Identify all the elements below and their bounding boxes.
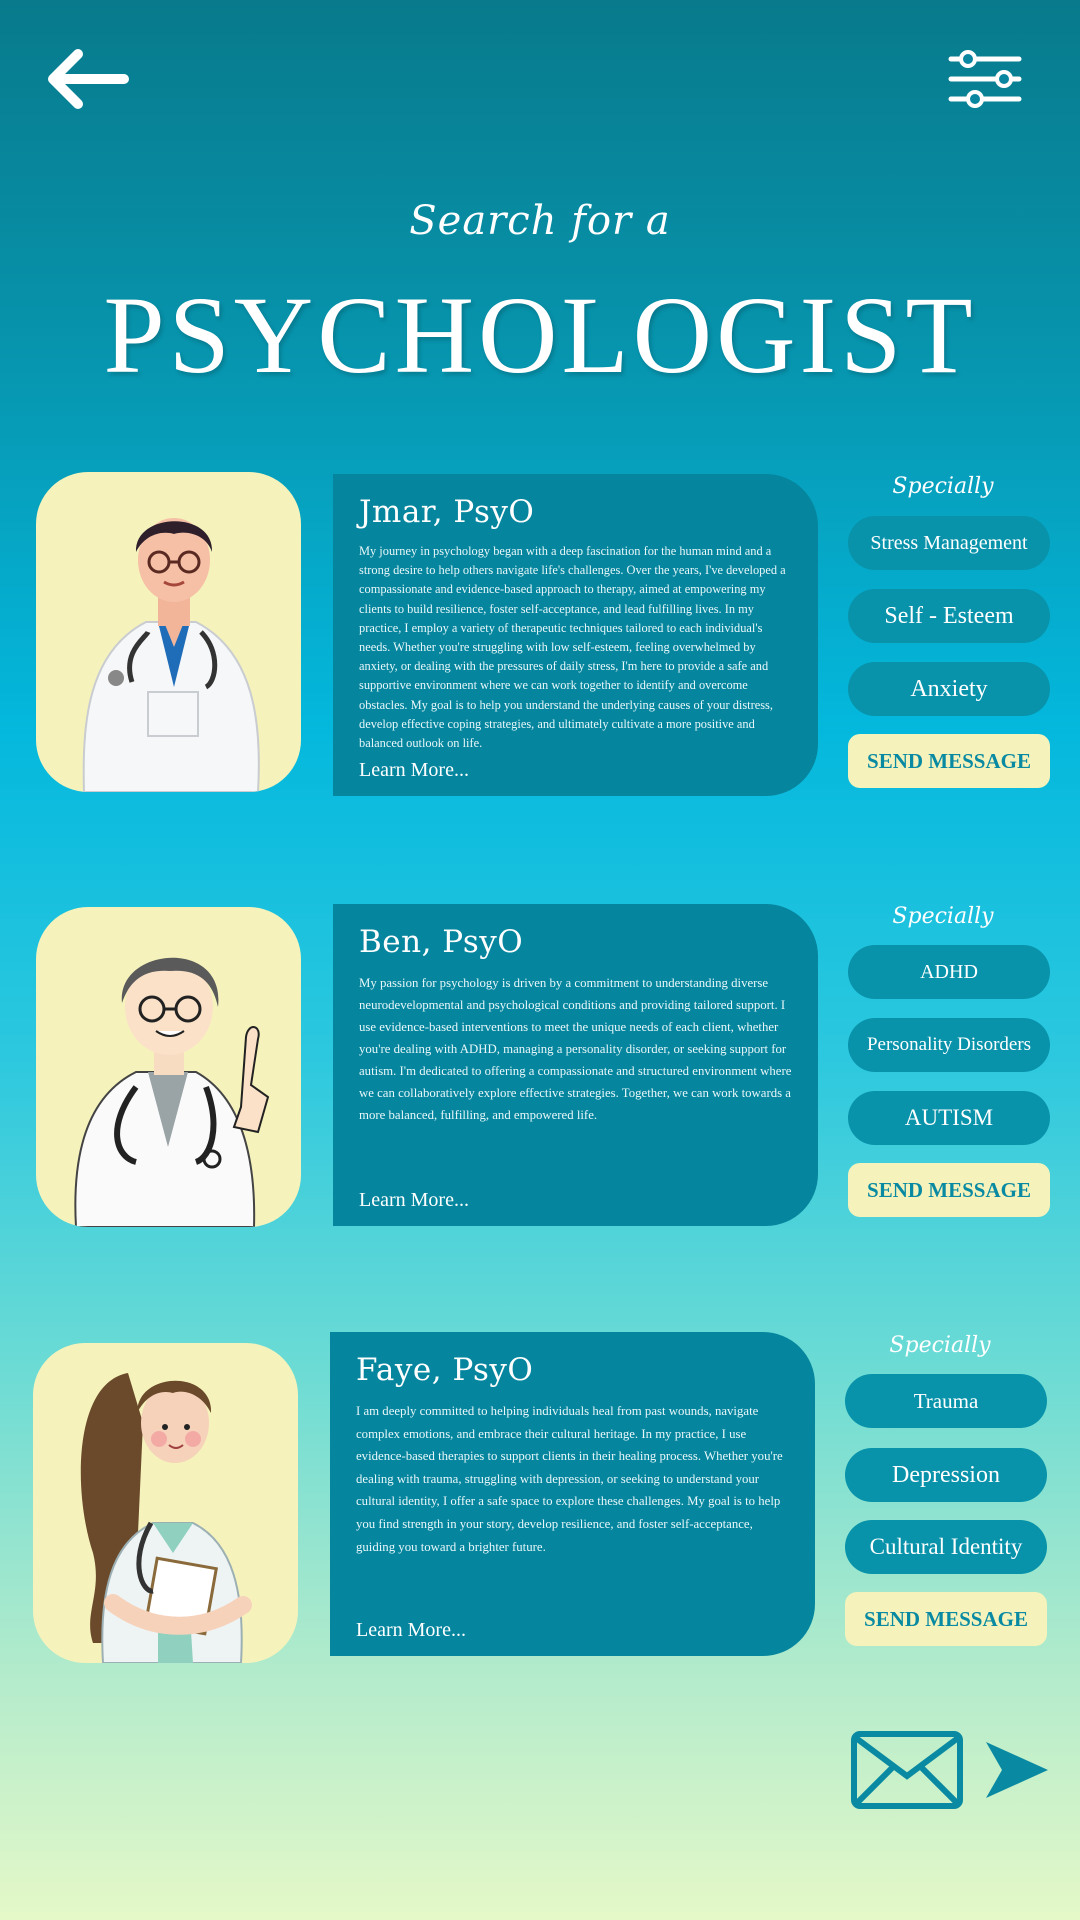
specialty-chip[interactable]: AUTISM (848, 1091, 1050, 1145)
send-message-button[interactable]: SEND MESSAGE (848, 734, 1050, 788)
psychologist-card-1: Jmar, PsyO My journey in psychology bega… (333, 474, 818, 796)
specialty-chip[interactable]: Depression (845, 1448, 1047, 1502)
send-message-button[interactable]: SEND MESSAGE (848, 1163, 1050, 1217)
learn-more-link[interactable]: Learn More... (359, 1189, 469, 1212)
psychologist-bio: I am deeply committed to helping individ… (356, 1404, 783, 1554)
paper-plane-icon (986, 1742, 1048, 1798)
mail-button[interactable] (850, 1730, 964, 1810)
psychologist-bio: My passion for psychology is driven by a… (359, 976, 792, 1122)
psychologist-portrait-1 (36, 472, 301, 792)
page-subtitle: Search for a (409, 198, 671, 244)
specialty-chip[interactable]: ADHD (848, 945, 1050, 999)
specialty-chip[interactable]: Self - Esteem (848, 589, 1050, 643)
specialty-label: Specially (892, 474, 994, 499)
specialty-chip[interactable]: Anxiety (848, 662, 1050, 716)
psychologist-card-3: Faye, PsyO I am deeply committed to help… (330, 1332, 815, 1656)
psychologist-name: Ben, PsyO (359, 924, 524, 960)
psychologist-bio: My journey in psychology began with a de… (359, 544, 786, 751)
send-message-button[interactable]: SEND MESSAGE (845, 1592, 1047, 1646)
specialty-label: Specially (889, 1333, 991, 1358)
specialty-chip[interactable]: Cultural Identity (845, 1520, 1047, 1574)
psychologist-name: Faye, PsyO (356, 1352, 534, 1388)
envelope-icon (851, 1731, 963, 1809)
specialty-label: Specially (892, 904, 994, 929)
page-title: PSYCHOLOGIST (103, 274, 977, 396)
sliders-icon (948, 50, 1022, 108)
filter-button[interactable] (948, 50, 1022, 108)
specialty-chip[interactable]: Stress Management (848, 516, 1050, 570)
specialty-chip[interactable]: Personality Disorders (848, 1018, 1050, 1072)
doctor-avatar-2 (74, 957, 270, 1227)
psychologist-portrait-3 (33, 1343, 298, 1663)
psychologist-name: Jmar, PsyO (359, 494, 535, 530)
doctor-avatar-1 (82, 518, 260, 792)
back-button[interactable] (44, 48, 130, 110)
learn-more-link[interactable]: Learn More... (356, 1619, 466, 1642)
doctor-avatar-3 (80, 1373, 252, 1663)
psychologist-card-2: Ben, PsyO My passion for psychology is d… (333, 904, 818, 1226)
specialty-chip[interactable]: Trauma (845, 1374, 1047, 1428)
arrow-left-icon (48, 49, 129, 109)
psychologist-portrait-2 (36, 907, 301, 1227)
learn-more-link[interactable]: Learn More... (359, 759, 469, 782)
send-button[interactable] (984, 1740, 1050, 1800)
